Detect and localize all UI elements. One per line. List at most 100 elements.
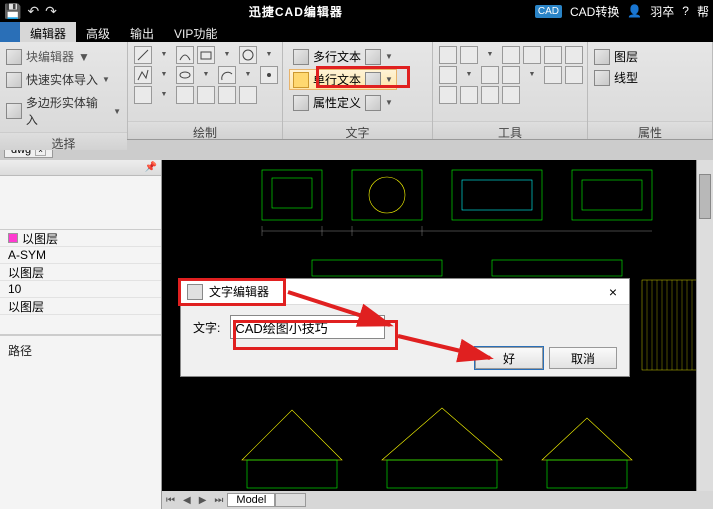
- trim-tool-icon[interactable]: [439, 66, 457, 84]
- chevron-down-icon: ▼: [385, 98, 393, 107]
- dim-icon[interactable]: [365, 95, 381, 111]
- point-tool-icon[interactable]: [260, 66, 278, 84]
- singleline-text-button[interactable]: 单行文本 ▼: [289, 69, 397, 90]
- tab-advanced[interactable]: 高级: [76, 22, 120, 42]
- dialog-close-button[interactable]: ×: [603, 284, 623, 300]
- list-item[interactable]: 以图层: [0, 298, 161, 315]
- offset-tool-icon[interactable]: [502, 66, 520, 84]
- user-icon[interactable]: 👤: [627, 4, 642, 18]
- break-tool-icon[interactable]: [481, 86, 499, 104]
- chevron-down-icon: ▼: [385, 52, 393, 61]
- polyline-tool-icon[interactable]: [134, 66, 152, 84]
- ribbon-group-tools: ▼ ▼ ▼ 工具: [433, 42, 588, 139]
- cad-convert-link[interactable]: CAD转换: [570, 3, 619, 20]
- dialog-title: 文字编辑器: [209, 283, 603, 300]
- group-label-draw: 绘制: [128, 121, 282, 139]
- rect-tool-icon[interactable]: [197, 46, 215, 64]
- ellipse-tool-icon[interactable]: [176, 66, 194, 84]
- chevron-down-icon[interactable]: ▼: [155, 46, 173, 64]
- chevron-down-icon[interactable]: ▼: [155, 86, 173, 104]
- group-label-props: 属性: [588, 121, 712, 139]
- array-tool-icon[interactable]: [565, 46, 583, 64]
- chevron-down-icon[interactable]: ▼: [260, 46, 278, 64]
- chevron-down-icon[interactable]: ▼: [155, 66, 173, 84]
- path-label: 路径: [8, 342, 153, 359]
- quick-entity-import-button[interactable]: 快速实体导入 ▼: [6, 69, 121, 90]
- layout-tab[interactable]: [275, 493, 305, 507]
- color-swatch-icon: [8, 233, 18, 243]
- text-input[interactable]: [230, 315, 385, 339]
- fillet-tool-icon[interactable]: [544, 66, 562, 84]
- app-title: 迅捷CAD编辑器: [57, 3, 535, 20]
- tab-nav-last-icon[interactable]: ⏭: [210, 495, 227, 506]
- ribbon: 块编辑器 ▼ 快速实体导入 ▼ 多边形实体输入 ▼ 选择 ▼ ▼: [0, 42, 713, 140]
- list-item[interactable]: 10: [0, 281, 161, 298]
- list-item[interactable]: 以图层: [0, 264, 161, 281]
- group-label-text: 文字: [283, 121, 432, 139]
- linetype-button[interactable]: 线型: [594, 69, 638, 86]
- import-icon: [6, 72, 22, 88]
- chevron-down-icon[interactable]: ▼: [481, 46, 499, 64]
- list-item[interactable]: 以图层: [0, 230, 161, 247]
- tab-vip[interactable]: VIP功能: [164, 22, 227, 42]
- attr-def-button[interactable]: 属性定义 ▼: [289, 92, 397, 113]
- attr-icon: [293, 95, 309, 111]
- model-tab[interactable]: Model: [227, 493, 275, 507]
- vertical-scrollbar[interactable]: [696, 160, 713, 491]
- ribbon-group-props: 图层 线型 属性: [588, 42, 713, 139]
- join-tool-icon[interactable]: [460, 86, 478, 104]
- ray-tool-icon[interactable]: [134, 86, 152, 104]
- circle-tool-icon[interactable]: [239, 46, 257, 64]
- help-icon[interactable]: ?: [682, 4, 689, 18]
- panel-header: 📌: [0, 160, 161, 176]
- table-tool-icon[interactable]: [239, 86, 257, 104]
- rotate-tool-icon[interactable]: [502, 46, 520, 64]
- side-panel: 📌 以图层 A-SYM 以图层 10 以图层 路径: [0, 160, 162, 509]
- chevron-down-icon[interactable]: ▼: [197, 66, 215, 84]
- cancel-button[interactable]: 取消: [549, 347, 617, 369]
- block-editor-button[interactable]: 块编辑器 ▼: [6, 46, 90, 67]
- stretch-tool-icon[interactable]: [502, 86, 520, 104]
- group-label-tools: 工具: [433, 121, 587, 139]
- undo-icon[interactable]: ↶: [27, 3, 39, 20]
- cloud-tool-icon[interactable]: [218, 86, 236, 104]
- layer-list: 以图层 A-SYM 以图层 10 以图层: [0, 230, 161, 335]
- tab-output[interactable]: 输出: [120, 22, 164, 42]
- chevron-down-icon[interactable]: ▼: [218, 46, 236, 64]
- save-icon[interactable]: 💾: [4, 3, 21, 20]
- ribbon-tabs: 编辑器 高级 输出 VIP功能: [0, 22, 713, 42]
- tab-nav-prev-icon[interactable]: ◀: [179, 495, 195, 506]
- chevron-down-icon[interactable]: ▼: [523, 66, 541, 84]
- tab-nav-first-icon[interactable]: ⏮: [162, 495, 179, 506]
- pin-icon[interactable]: 📌: [145, 162, 157, 173]
- explode-tool-icon[interactable]: [439, 86, 457, 104]
- move-tool-icon[interactable]: [439, 46, 457, 64]
- multiline-text-button[interactable]: 多行文本 ▼: [289, 46, 397, 67]
- line-tool-icon[interactable]: [134, 46, 152, 64]
- scrollbar-thumb[interactable]: [699, 174, 711, 219]
- leader-icon[interactable]: [365, 72, 381, 88]
- tab-editor[interactable]: 编辑器: [20, 22, 76, 42]
- ribbon-group-text: 多行文本 ▼ 单行文本 ▼ 属性定义 ▼ 文字: [283, 42, 433, 139]
- extend-tool-icon[interactable]: [481, 66, 499, 84]
- polygon-tool-icon[interactable]: [197, 86, 215, 104]
- redo-icon[interactable]: ↷: [45, 3, 57, 20]
- tab-nav-next-icon[interactable]: ▶: [195, 495, 211, 506]
- mirror-tool-icon[interactable]: [523, 46, 541, 64]
- scale-tool-icon[interactable]: [544, 46, 562, 64]
- hatch-tool-icon[interactable]: [176, 86, 194, 104]
- file-tab[interactable]: [0, 22, 20, 42]
- copy-tool-icon[interactable]: [460, 46, 478, 64]
- chamfer-tool-icon[interactable]: [565, 66, 583, 84]
- polygon-entity-input-button[interactable]: 多边形实体输入 ▼: [6, 92, 121, 130]
- dialog-titlebar[interactable]: 文字编辑器 ×: [181, 279, 629, 305]
- canvas-tabs: ⏮ ◀ ▶ ⏭ Model: [162, 491, 713, 509]
- spline-tool-icon[interactable]: [176, 46, 194, 64]
- list-item[interactable]: A-SYM: [0, 247, 161, 264]
- ok-button[interactable]: 好: [475, 347, 543, 369]
- layer-button[interactable]: 图层: [594, 48, 638, 65]
- arc-tool-icon[interactable]: [218, 66, 236, 84]
- chevron-down-icon[interactable]: ▼: [239, 66, 257, 84]
- cloud-icon[interactable]: [365, 49, 381, 65]
- chevron-down-icon[interactable]: ▼: [460, 66, 478, 84]
